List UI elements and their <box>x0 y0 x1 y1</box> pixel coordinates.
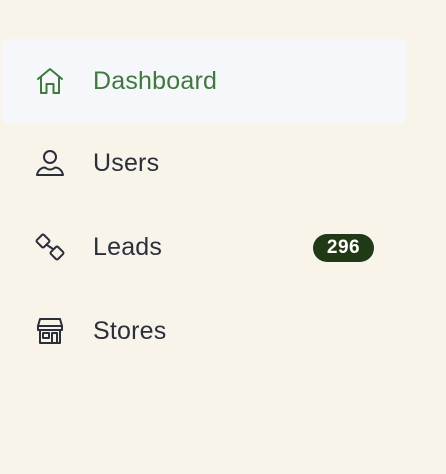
sidebar-item-stores[interactable]: Stores <box>2 289 407 373</box>
home-icon <box>34 65 66 97</box>
user-icon <box>34 147 66 179</box>
count-badge: 296 <box>313 234 374 262</box>
sidebar-item-dashboard[interactable]: Dashboard <box>2 39 407 123</box>
sidebar-item-label: Users <box>93 148 160 177</box>
sidebar-item-label: Stores <box>93 316 167 345</box>
link-icon <box>34 231 66 263</box>
sidebar-item-users[interactable]: Users <box>2 121 407 205</box>
sidebar-item-label: Leads <box>93 232 163 261</box>
sidebar-item-leads[interactable]: Leads 296 <box>2 205 407 289</box>
sidebar-item-label: Dashboard <box>93 66 218 95</box>
store-icon <box>34 315 66 347</box>
sidebar-nav: Dashboard Users Leads 296 Stores <box>0 0 446 474</box>
